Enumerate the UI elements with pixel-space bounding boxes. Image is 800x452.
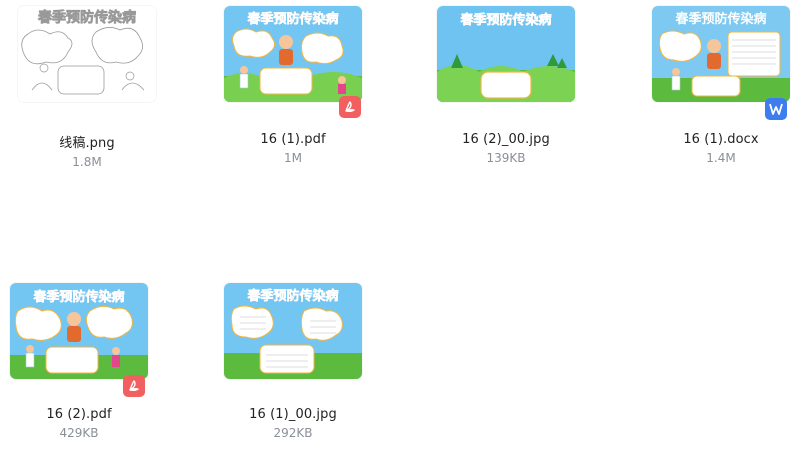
pdf-icon	[339, 96, 361, 118]
sketch-thumbnail-image: 春季预防传染病	[18, 6, 156, 102]
poster-thumbnail-image: 春季预防传染病	[224, 6, 362, 102]
thumb-title: 春季预防传染病	[246, 11, 338, 27]
thumb-title: 春季预防传染病	[246, 288, 338, 304]
poster-thumbnail-image: 春季预防传染病	[437, 6, 575, 102]
poster-thumbnail-image: 春季预防传染病	[10, 283, 148, 379]
thumb-title: 春季预防传染病	[674, 11, 766, 27]
file-name[interactable]: 16 (2)_00.jpg	[416, 132, 596, 147]
thumbnail[interactable]: 春季预防传染病	[10, 283, 148, 379]
file-size: 1M	[284, 151, 302, 165]
file-item[interactable]: 春季预防传染病 16 (1).pdf 1M	[203, 6, 383, 165]
file-size: 139KB	[486, 151, 526, 165]
file-name[interactable]: 16 (1).docx	[631, 132, 800, 147]
file-item[interactable]: 春季预防传染病 16 (2)_00.jpg 139KB	[416, 6, 596, 165]
word-icon	[765, 98, 787, 120]
file-name[interactable]: 16 (1)_00.jpg	[203, 407, 383, 422]
file-size: 292KB	[273, 426, 313, 440]
thumbnail[interactable]: 春季预防传染病	[224, 6, 362, 102]
file-size: 429KB	[59, 426, 99, 440]
file-size: 1.4M	[706, 151, 736, 165]
file-item[interactable]: 春季预防传染病 16 (1)_00.jpg 292KB	[203, 283, 383, 440]
file-size: 1.8M	[72, 155, 102, 169]
file-item[interactable]: 春季预防传染病 16 (1).docx 1.4M	[631, 6, 800, 165]
poster-thumbnail-image: 春季预防传染病	[652, 6, 790, 102]
thumbnail[interactable]: 春季预防传染病	[652, 6, 790, 102]
file-item[interactable]: 春季预防传染病 16 (2).pdf 429KB	[0, 283, 169, 440]
thumb-title: 春季预防传染病	[37, 9, 136, 26]
poster-thumbnail-image: 春季预防传染病	[224, 283, 362, 379]
thumb-title: 春季预防传染病	[32, 289, 124, 305]
thumbnail[interactable]: 春季预防传染病	[224, 283, 362, 379]
file-name[interactable]: 线稿.png	[0, 132, 177, 151]
file-name[interactable]: 16 (1).pdf	[203, 132, 383, 147]
thumb-title: 春季预防传染病	[459, 12, 551, 28]
thumbnail[interactable]: 春季预防传染病	[437, 6, 575, 102]
file-item[interactable]: 春季预防传染病 线稿.png 1.8M	[0, 6, 177, 169]
file-name[interactable]: 16 (2).pdf	[0, 407, 169, 422]
pdf-icon	[123, 375, 145, 397]
thumbnail[interactable]: 春季预防传染病	[18, 6, 156, 102]
